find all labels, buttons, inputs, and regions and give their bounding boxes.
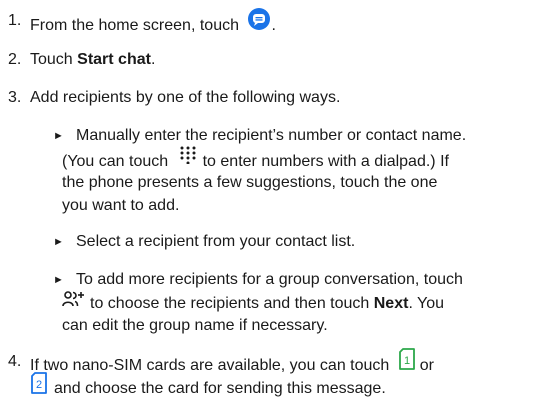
step-text: Touch Start chat.	[30, 51, 156, 68]
add-people-icon	[62, 291, 84, 313]
svg-text:2: 2	[36, 379, 42, 391]
bullet-1-line-1: Manually enter the recipient’s number or…	[76, 127, 467, 144]
sim-card-1-icon: 1	[398, 348, 416, 376]
bullet-marker: ►	[53, 274, 64, 286]
bullet-3-line-3: can edit the group name if necessary.	[62, 317, 328, 334]
bullet-2-line-1: Select a recipient from your contact lis…	[76, 233, 356, 250]
svg-text:1: 1	[404, 355, 410, 367]
step-1: 1. From the home screen, touch .	[8, 8, 548, 35]
bullet-3-line-1: To add more recipients for a group conve…	[76, 271, 463, 288]
instructions-page: 1. From the home screen, touch . 2. Touc…	[0, 0, 556, 398]
bullet-1-line-4: you want to add.	[62, 197, 180, 214]
bullet-marker: ►	[53, 236, 64, 248]
sim-card-2-icon: 2	[30, 372, 48, 400]
step-number: 1.	[8, 12, 22, 29]
bullet-1-line-3: the phone presents a few suggestions, to…	[62, 174, 438, 191]
step-number: 4.	[8, 353, 22, 370]
step-number: 3.	[8, 89, 22, 106]
bullet-1-line-2: (You can touch to enter numbers with a d…	[62, 146, 449, 174]
dialpad-icon	[179, 146, 197, 170]
step-number: 2.	[8, 51, 22, 68]
step-text: Add recipients by one of the following w…	[30, 89, 341, 106]
step-4-continued: 2 and choose the card for sending this m…	[30, 372, 550, 403]
step-text: From the home screen, touch .	[30, 8, 276, 41]
bullet-3-line-2: to choose the recipients and then touch …	[62, 291, 444, 315]
bullet-marker: ►	[53, 130, 64, 142]
messages-app-icon	[247, 7, 271, 37]
